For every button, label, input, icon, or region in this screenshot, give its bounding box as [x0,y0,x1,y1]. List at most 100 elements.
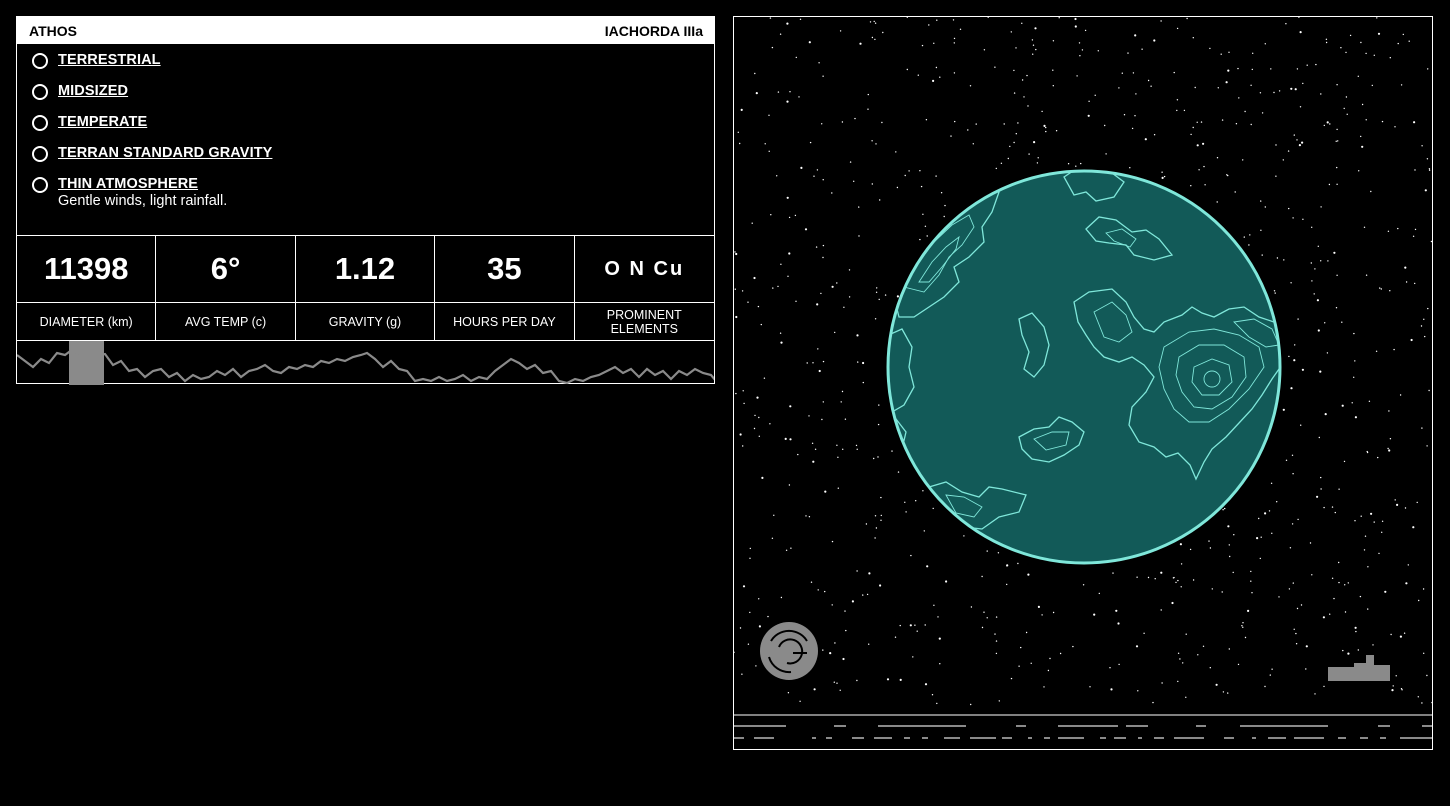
star [739,142,741,145]
star [1423,318,1425,320]
star [1311,574,1313,576]
trait-label[interactable]: TEMPERATE [58,114,147,130]
trait-item[interactable]: MIDSIZED [32,83,714,100]
star [1391,689,1394,692]
trait-label[interactable]: MIDSIZED [58,83,128,99]
star [755,665,757,667]
star [758,416,760,419]
star [909,624,912,627]
star [1293,134,1295,136]
star [1081,49,1084,51]
star [831,604,833,606]
terrain-profile[interactable] [17,341,714,385]
trait-item[interactable]: TERRESTRIAL [32,52,714,69]
star [1337,140,1339,142]
star [776,175,778,177]
star [741,673,743,675]
radio-icon[interactable] [32,115,48,131]
star [1347,652,1350,655]
star [969,85,972,87]
star [1227,69,1230,72]
star [1222,691,1225,693]
star [1371,84,1373,87]
star [884,294,887,296]
star [1363,549,1366,551]
terrain-strip[interactable] [17,341,714,385]
star [1393,348,1395,351]
star [1292,473,1294,475]
trait-item[interactable]: TEMPERATE [32,114,714,131]
star [1067,163,1070,165]
star [1400,688,1403,690]
star [1340,47,1342,49]
star [871,183,873,185]
star [938,637,941,640]
star [1251,68,1253,71]
star [881,121,883,124]
planet-viewport[interactable] [733,16,1433,750]
star [1176,109,1178,112]
star [1291,523,1294,525]
radio-icon[interactable] [32,84,48,100]
star [1152,701,1154,704]
star [1221,591,1223,593]
star [1360,41,1362,44]
star [1209,667,1211,669]
star [771,46,774,49]
star [1271,532,1273,534]
terrain-selection-window[interactable] [69,341,104,385]
star [933,42,935,44]
star [795,56,797,59]
star [1381,531,1383,533]
trait-label[interactable]: TERRAN STANDARD GRAVITY [58,145,272,161]
star [936,702,938,705]
ship-icon[interactable] [1328,655,1390,681]
star [874,537,876,539]
star [923,530,925,532]
radio-icon[interactable] [32,177,48,193]
star [1288,207,1290,210]
star [1229,555,1231,558]
trait-label[interactable]: TERRESTRIAL [58,52,161,68]
trait-label[interactable]: THIN ATMOSPHERE [58,176,227,192]
star [1202,645,1205,647]
trait-item[interactable]: TERRAN STANDARD GRAVITY [32,145,714,162]
star [875,143,877,145]
star [817,348,819,350]
star [879,584,882,587]
star [1052,611,1055,614]
star [787,275,789,277]
star [1147,576,1150,579]
star [1009,145,1011,148]
space-scene[interactable] [734,17,1432,749]
star [1325,41,1328,44]
star [818,369,821,373]
star [1242,626,1244,628]
star [770,214,772,216]
star [1305,668,1307,670]
star [848,269,851,271]
star [932,79,935,82]
star [1176,99,1179,101]
star [842,657,845,661]
radio-icon[interactable] [32,146,48,162]
trait-item[interactable]: THIN ATMOSPHERE Gentle winds, light rain… [32,176,714,211]
star [858,235,860,237]
rotate-icon[interactable] [760,622,818,680]
star [742,445,744,447]
radio-icon[interactable] [32,53,48,69]
timeline-dashes[interactable] [734,725,1432,739]
star [904,174,906,177]
star [1075,165,1077,167]
planet[interactable] [884,167,1289,565]
star [945,580,948,583]
star [1322,616,1325,619]
star [1032,44,1035,46]
star [1134,34,1137,37]
star [1361,103,1364,106]
star [1317,329,1320,332]
star [1078,42,1081,44]
star [1084,29,1087,32]
star [1264,43,1266,45]
star [814,448,817,450]
